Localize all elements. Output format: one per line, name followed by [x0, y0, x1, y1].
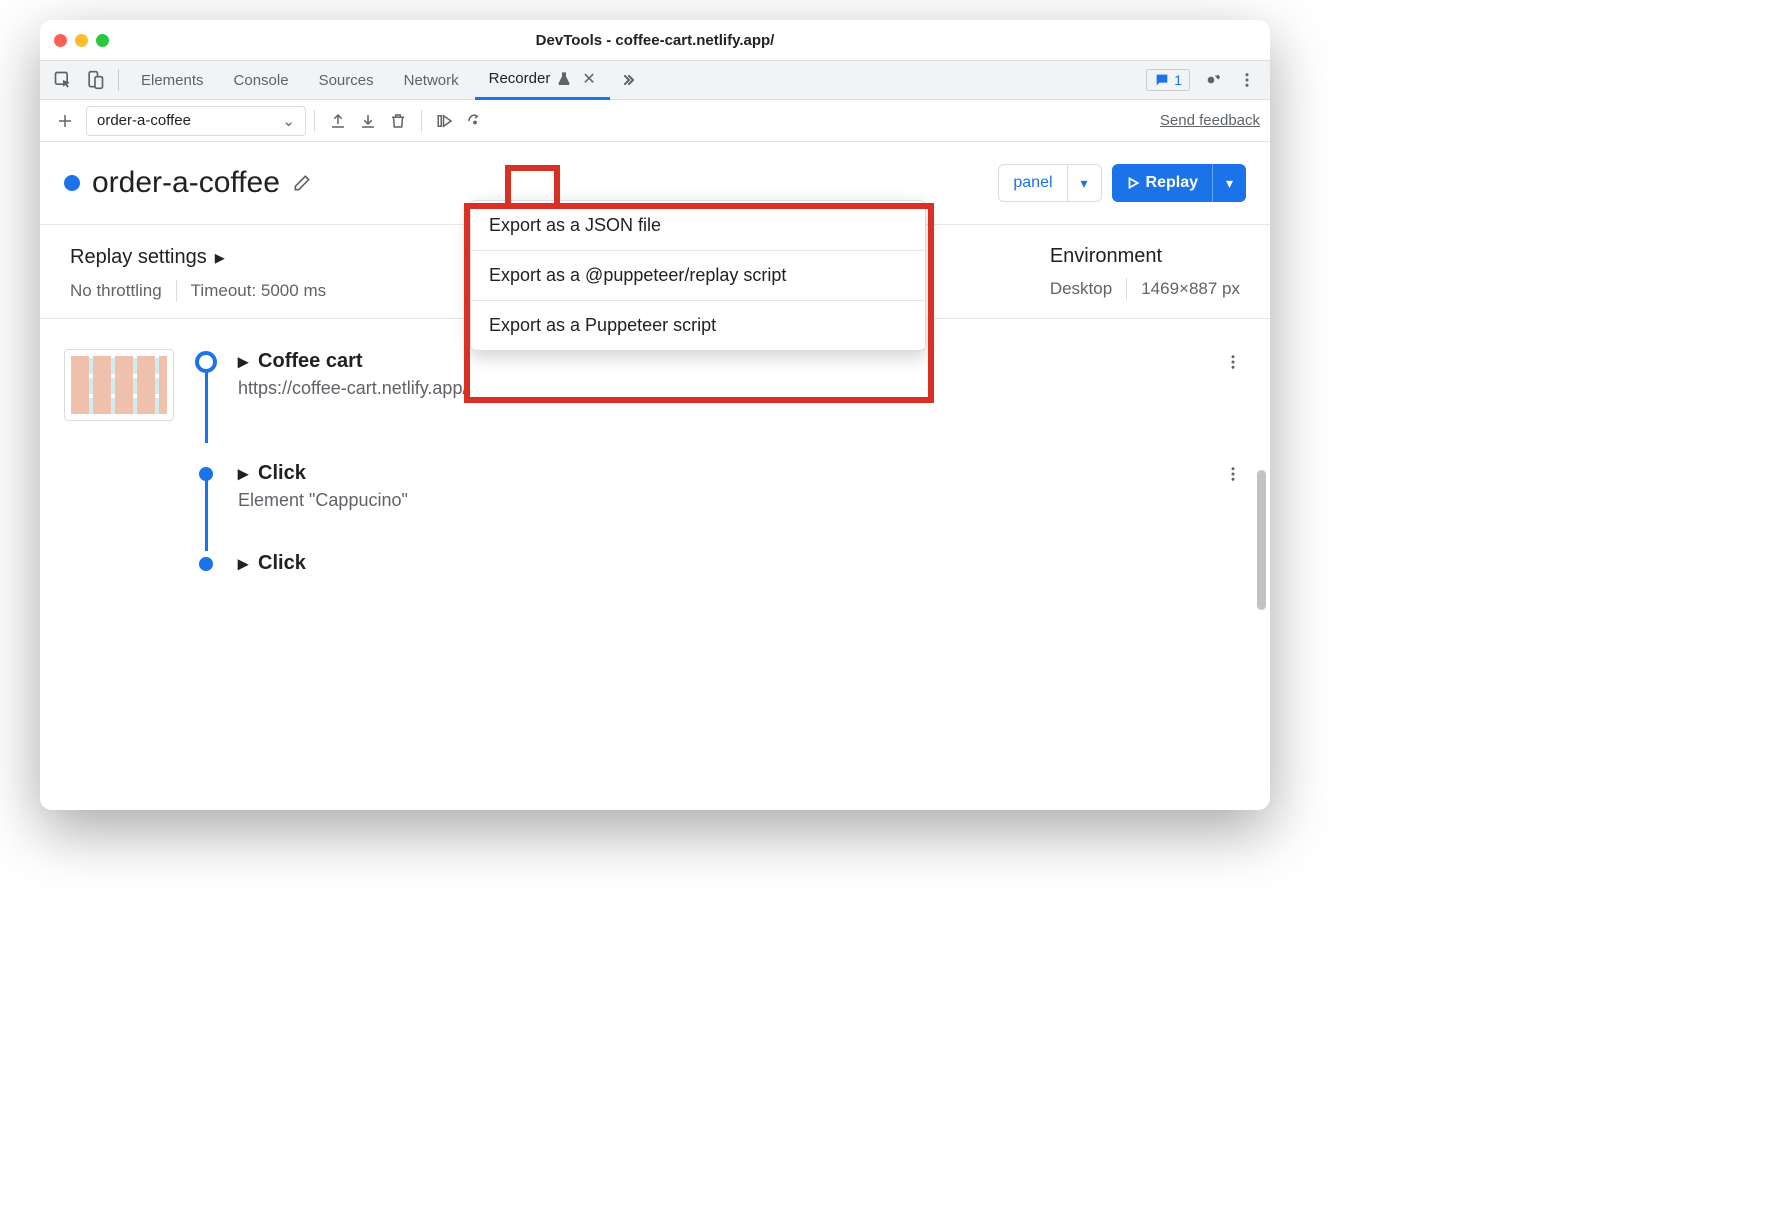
step-menu-icon[interactable] [1220, 461, 1246, 487]
recorder-toolbar: order-a-coffee ⌄ Send feedback [40, 100, 1270, 142]
device-value: Desktop [1050, 279, 1112, 299]
caret-right-icon: ▸ [238, 461, 248, 486]
device-toolbar-icon[interactable] [80, 65, 110, 95]
performance-panel-button[interactable]: panel ▾ [998, 164, 1101, 202]
scrollbar[interactable] [1257, 470, 1266, 610]
step-row: ▸ Click [64, 551, 1246, 576]
tab-recorder[interactable]: Recorder ✕ [475, 60, 610, 100]
recording-name: order-a-coffee [92, 166, 280, 200]
experiment-flask-icon [556, 71, 572, 87]
step-row: ▸ Click Element "Cappucino" [64, 461, 1246, 511]
import-button[interactable] [323, 106, 353, 136]
send-feedback-link[interactable]: Send feedback [1160, 112, 1260, 129]
timeline-dot-icon [195, 351, 217, 373]
step-expand-toggle[interactable]: ▸ Click [238, 551, 1246, 576]
issues-badge[interactable]: 1 [1146, 69, 1190, 91]
window-title: DevTools - coffee-cart.netlify.app/ [40, 32, 1270, 49]
replay-dropdown-icon[interactable]: ▾ [1212, 164, 1246, 202]
timeline-dot-icon [199, 467, 213, 481]
throttling-value: No throttling [70, 281, 162, 301]
caret-right-icon: ▸ [238, 551, 248, 576]
step-subtitle: Element "Cappucino" [238, 490, 1200, 511]
separator [314, 110, 315, 132]
chevron-down-icon: ⌄ [282, 112, 295, 130]
close-tab-icon[interactable]: ✕ [582, 69, 595, 89]
panel-tabstrip: Elements Console Sources Network Recorde… [40, 60, 1270, 100]
delete-button[interactable] [383, 106, 413, 136]
replay-button[interactable]: Replay ▾ [1112, 164, 1246, 202]
annotation-highlight [505, 165, 560, 209]
settings-gear-icon[interactable] [1196, 65, 1226, 95]
inspect-element-icon[interactable] [48, 65, 78, 95]
tab-elements[interactable]: Elements [127, 60, 218, 100]
step-thumbnail[interactable] [64, 349, 174, 421]
recording-selector[interactable]: order-a-coffee ⌄ [86, 106, 306, 136]
viewport-value: 1469×887 px [1141, 279, 1240, 299]
export-menu: Export as a JSON file Export as a @puppe… [470, 200, 926, 351]
step-button[interactable] [460, 106, 490, 136]
separator [421, 110, 422, 132]
play-slow-button[interactable] [430, 106, 460, 136]
tab-console[interactable]: Console [220, 60, 303, 100]
more-options-icon[interactable] [1232, 65, 1262, 95]
timeline-dot-icon [199, 557, 213, 571]
step-menu-icon[interactable] [1220, 349, 1246, 375]
titlebar: DevTools - coffee-cart.netlify.app/ [40, 20, 1270, 60]
step-expand-toggle[interactable]: ▸ Coffee cart [238, 349, 1200, 374]
panel-dropdown-icon[interactable]: ▾ [1067, 165, 1101, 201]
environment-title: Environment [1050, 245, 1240, 268]
tab-network[interactable]: Network [390, 60, 473, 100]
recording-indicator-icon [64, 175, 80, 191]
caret-right-icon: ▸ [238, 349, 248, 374]
tab-sources[interactable]: Sources [305, 60, 388, 100]
step-expand-toggle[interactable]: ▸ Click [238, 461, 1200, 486]
export-puppeteer-item[interactable]: Export as a Puppeteer script [471, 301, 925, 350]
timeout-value: Timeout: 5000 ms [191, 281, 326, 301]
caret-right-icon: ▸ [215, 245, 225, 270]
steps-list: ▸ Coffee cart https://coffee-cart.netlif… [40, 319, 1270, 810]
devtools-window: DevTools - coffee-cart.netlify.app/ Elem… [40, 20, 1270, 810]
edit-name-icon[interactable] [292, 173, 312, 193]
new-recording-button[interactable] [50, 106, 80, 136]
step-subtitle: https://coffee-cart.netlify.app/ [238, 378, 1200, 399]
separator [176, 280, 177, 302]
step-row: ▸ Coffee cart https://coffee-cart.netlif… [64, 349, 1246, 421]
more-tabs-icon[interactable] [612, 65, 642, 95]
separator [1126, 278, 1127, 300]
export-button[interactable] [353, 106, 383, 136]
separator [118, 69, 119, 91]
export-puppeteer-replay-item[interactable]: Export as a @puppeteer/replay script [471, 251, 925, 301]
replay-settings-toggle[interactable]: Replay settings ▸ [70, 245, 326, 270]
